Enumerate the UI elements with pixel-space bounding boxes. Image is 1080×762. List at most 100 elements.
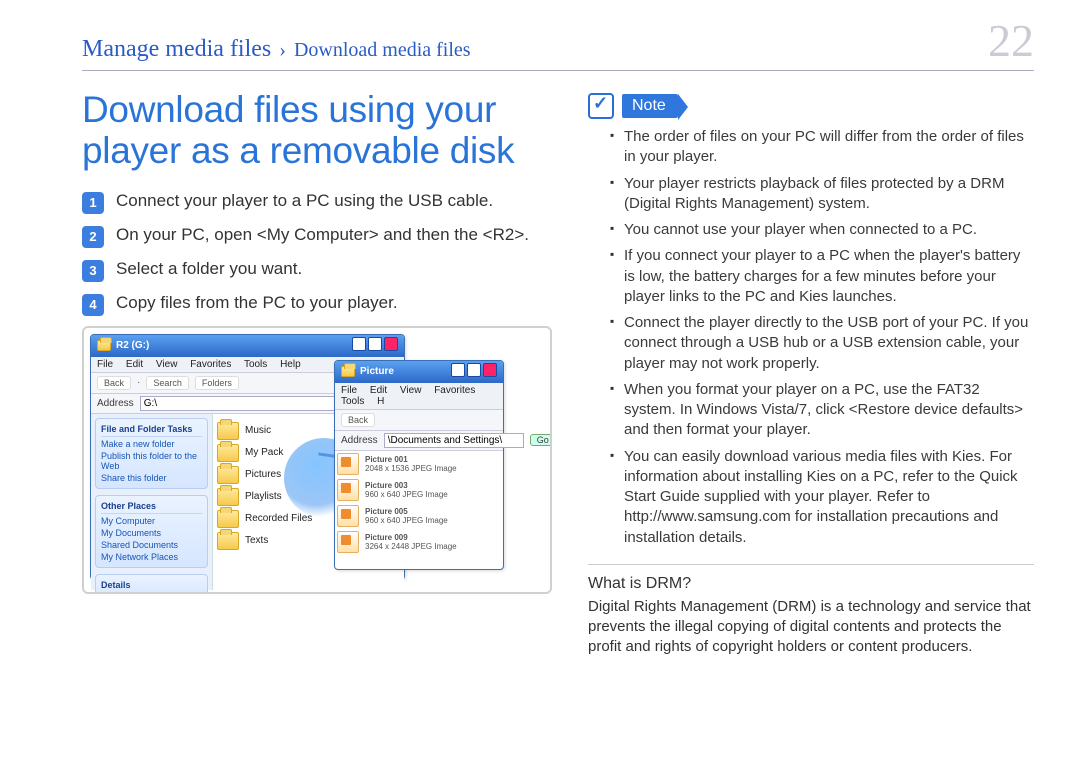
step-text: Connect your player to a PC using the US… [116, 190, 552, 213]
file-name: Picture 003 [365, 481, 408, 490]
step-number-icon: 1 [82, 192, 104, 214]
folder-icon [217, 532, 239, 550]
folder-icon [217, 510, 239, 528]
image-icon [337, 479, 359, 501]
breadcrumb: Manage media files › Download media file… [82, 36, 471, 63]
breadcrumb-separator: › [279, 39, 286, 61]
menu-item: File [97, 359, 113, 370]
drm-heading: What is DRM? [588, 575, 1034, 593]
window-title: R2 (G:) [116, 340, 149, 351]
explorer-window-picture: Picture File Edit View Favorites Tools H… [334, 360, 504, 570]
note-item: If you connect your player to a PC when … [588, 246, 1034, 307]
menu-item: Favorites [190, 359, 231, 370]
screenshot-illustration: R2 (G:) File Edit View Favorites Tools H… [82, 326, 552, 594]
folder-icon [217, 444, 239, 462]
window-title: Picture [360, 366, 394, 377]
file-meta: 960 x 640 JPEG Image [365, 516, 448, 525]
back-button: Back [341, 413, 375, 427]
side-link: Make a new folder [101, 439, 202, 449]
note-list: The order of files on your PC will diffe… [588, 127, 1034, 548]
note-item: You can easily download various media fi… [588, 447, 1034, 548]
file-meta: 2048 x 1536 JPEG Image [365, 464, 457, 473]
side-link: Publish this folder to the Web [101, 451, 202, 471]
file-name: Picture 001 [365, 455, 408, 464]
folder-name: Pictures [245, 469, 281, 480]
side-link: My Computer [101, 516, 202, 526]
step-number-icon: 2 [82, 226, 104, 248]
titlebar: R2 (G:) [91, 335, 404, 357]
note-item: The order of files on your PC will diffe… [588, 127, 1034, 168]
menu-item: Tools [244, 359, 267, 370]
image-icon [337, 453, 359, 475]
step-number-icon: 3 [82, 260, 104, 282]
folders-button: Folders [195, 376, 239, 390]
note-item: Connect the player directly to the USB p… [588, 313, 1034, 374]
menu-item: File [341, 385, 357, 396]
side-panel: File and Folder Tasks Make a new folder … [91, 414, 213, 590]
folder-icon [217, 488, 239, 506]
page-header: Manage media files › Download media file… [82, 18, 1034, 71]
address-input [384, 433, 524, 448]
go-button: Go [530, 434, 552, 446]
file-meta: 3264 x 2448 JPEG Image [365, 542, 457, 551]
menu-item: View [156, 359, 178, 370]
address-bar: Address Go [335, 431, 503, 451]
menu-item: H [377, 396, 384, 407]
steps-list: 1 Connect your player to a PC using the … [82, 190, 552, 316]
step-text: On your PC, open <My Computer> and then … [116, 224, 552, 247]
folder-icon [97, 340, 111, 351]
side-link: My Documents [101, 528, 202, 538]
step-number-icon: 4 [82, 294, 104, 316]
folder-icon [217, 422, 239, 440]
thumbnail-list: Picture 0012048 x 1536 JPEG Image Pictur… [335, 451, 503, 555]
folder-icon [341, 366, 355, 377]
window-controls [350, 337, 398, 354]
titlebar: Picture [335, 361, 503, 383]
note-item: You cannot use your player when connecte… [588, 220, 1034, 240]
menubar: File Edit View Favorites Tools H [335, 383, 503, 410]
page-title: Download files using your player as a re… [82, 89, 552, 172]
step-item: 3 Select a folder you want. [82, 258, 552, 282]
note-item: When you format your player on a PC, use… [588, 380, 1034, 441]
step-text: Copy files from the PC to your player. [116, 292, 552, 315]
divider [588, 564, 1034, 565]
folder-name: Playlists [245, 491, 282, 502]
step-text: Select a folder you want. [116, 258, 552, 281]
note-label: Note [622, 94, 678, 118]
breadcrumb-section: Manage media files [82, 36, 271, 62]
note-check-icon [588, 93, 614, 119]
side-heading: File and Folder Tasks [101, 424, 202, 437]
file-name: Picture 005 [365, 507, 408, 516]
search-button: Search [146, 376, 189, 390]
window-controls [449, 363, 497, 380]
folder-name: Music [245, 425, 271, 436]
image-icon [337, 531, 359, 553]
menu-item: Favorites [434, 385, 475, 396]
side-link: My Network Places [101, 552, 202, 562]
note-item: Your player restricts playback of files … [588, 174, 1034, 215]
image-icon [337, 505, 359, 527]
folder-name: My Pack [245, 447, 283, 458]
menu-item: View [400, 385, 422, 396]
menu-item: Edit [126, 359, 143, 370]
page-number: 22 [988, 18, 1034, 64]
address-label: Address [341, 435, 378, 446]
folder-icon [217, 466, 239, 484]
menu-item: Edit [370, 385, 387, 396]
step-item: 4 Copy files from the PC to your player. [82, 292, 552, 316]
side-link: Share this folder [101, 473, 202, 483]
file-meta: 960 x 640 JPEG Image [365, 490, 448, 499]
drm-body: Digital Rights Management (DRM) is a tec… [588, 597, 1034, 658]
step-item: 1 Connect your player to a PC using the … [82, 190, 552, 214]
file-name: Picture 009 [365, 533, 408, 542]
side-link: Shared Documents [101, 540, 202, 550]
breadcrumb-page: Download media files [294, 39, 471, 61]
note-header: Note [588, 93, 1034, 119]
side-heading: Other Places [101, 501, 202, 514]
address-label: Address [97, 398, 134, 409]
toolbar: Back [335, 410, 503, 431]
step-item: 2 On your PC, open <My Computer> and the… [82, 224, 552, 248]
back-button: Back [97, 376, 131, 390]
menu-item: Help [280, 359, 301, 370]
menu-item: Tools [341, 396, 364, 407]
